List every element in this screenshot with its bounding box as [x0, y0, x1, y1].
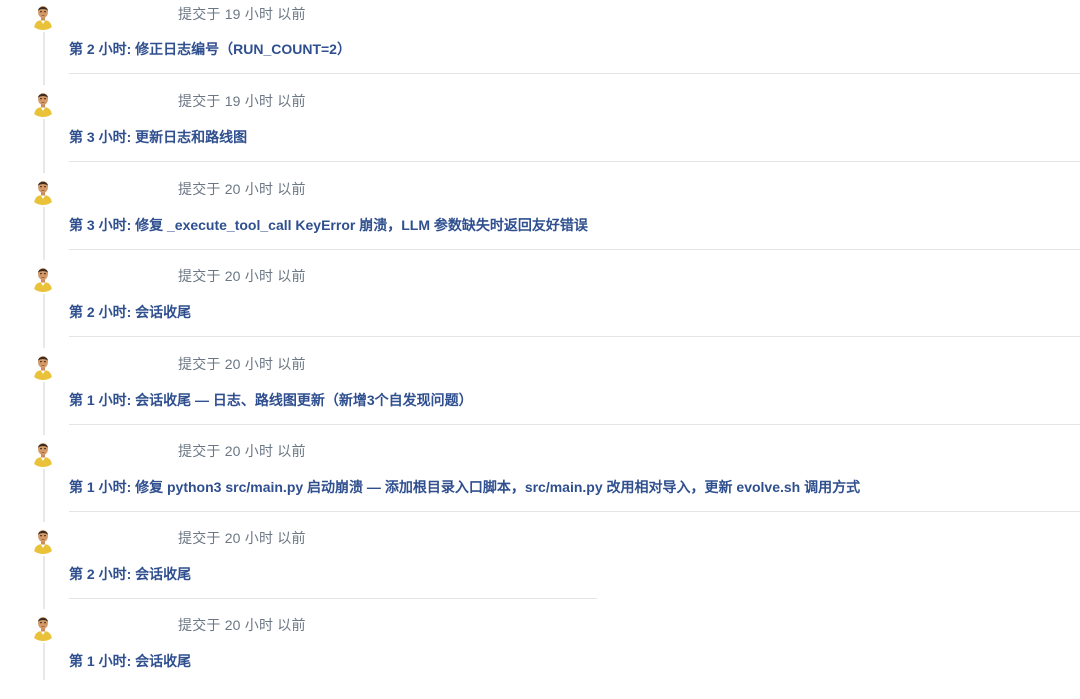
user-avatar-icon[interactable]: [28, 611, 58, 641]
commit-title[interactable]: 第 2 小时: 会话收尾: [69, 564, 191, 584]
commit-meta: 提交于 20 小时 以前: [178, 443, 306, 459]
commit-meta: 提交于 20 小时 以前: [178, 356, 306, 372]
user-avatar-icon[interactable]: [28, 262, 58, 292]
commit-title[interactable]: 第 1 小时: 会话收尾: [69, 651, 191, 671]
commit-title[interactable]: 第 3 小时: 更新日志和路线图: [69, 127, 247, 147]
user-avatar-icon[interactable]: [28, 87, 58, 117]
commit-title[interactable]: 第 1 小时: 会话收尾 — 日志、路线图更新（新增3个自发现问题）: [69, 390, 473, 410]
commit-title[interactable]: 第 2 小时: 会话收尾: [69, 302, 191, 322]
commit-title[interactable]: 第 1 小时: 修复 python3 src/main.py 启动崩溃 — 添加…: [69, 477, 860, 497]
commit-meta: 提交于 20 小时 以前: [178, 268, 306, 284]
commit-meta: 提交于 20 小时 以前: [178, 617, 306, 633]
commit-item: 提交于 20 小时 以前 第 2 小时: 会话收尾: [0, 262, 1080, 350]
commit-item: 提交于 19 小时 以前 第 3 小时: 更新日志和路线图: [0, 87, 1080, 175]
commit-divider: [69, 161, 1080, 162]
commit-meta: 提交于 19 小时 以前: [178, 6, 306, 22]
commit-item: 提交于 20 小时 以前 第 3 小时: 修复 _execute_tool_ca…: [0, 175, 1080, 263]
user-avatar-icon[interactable]: [28, 175, 58, 205]
commit-divider: [69, 336, 1080, 337]
commit-item: 提交于 19 小时 以前 第 2 小时: 修正日志编号（RUN_COUNT=2）: [0, 0, 1080, 88]
commit-item: 提交于 20 小时 以前 第 1 小时: 会话收尾: [0, 611, 1080, 699]
commit-divider: [69, 424, 1080, 425]
user-avatar-icon[interactable]: [28, 524, 58, 554]
commit-divider: [69, 249, 1080, 250]
user-avatar-icon[interactable]: [28, 350, 58, 380]
commit-divider: [69, 73, 1080, 74]
commit-item: 提交于 20 小时 以前 第 1 小时: 会话收尾 — 日志、路线图更新（新增3…: [0, 350, 1080, 438]
commit-title[interactable]: 第 2 小时: 修正日志编号（RUN_COUNT=2）: [69, 39, 351, 59]
commit-meta: 提交于 19 小时 以前: [178, 93, 306, 109]
commit-title[interactable]: 第 3 小时: 修复 _execute_tool_call KeyError 崩…: [69, 215, 588, 235]
commit-divider: [69, 598, 597, 599]
commit-meta: 提交于 20 小时 以前: [178, 181, 306, 197]
user-avatar-icon[interactable]: [28, 0, 58, 30]
user-avatar-icon[interactable]: [28, 437, 58, 467]
commit-item: 提交于 20 小时 以前 第 2 小时: 会话收尾: [0, 524, 1080, 612]
commit-item: 提交于 20 小时 以前 第 1 小时: 修复 python3 src/main…: [0, 437, 1080, 525]
commit-divider: [69, 511, 1080, 512]
commit-meta: 提交于 20 小时 以前: [178, 530, 306, 546]
